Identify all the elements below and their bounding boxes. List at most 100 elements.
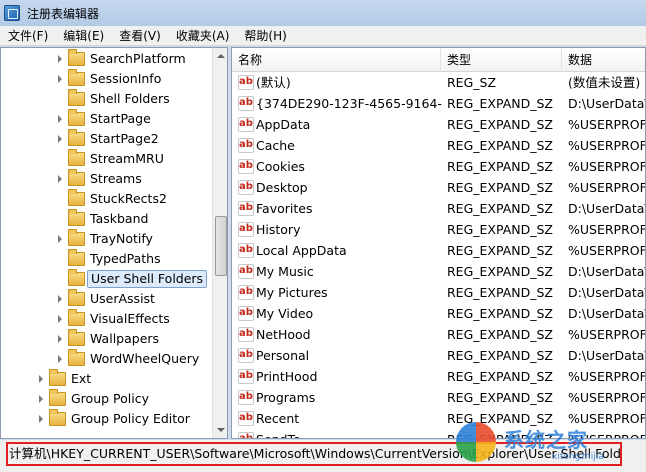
table-row[interactable]: abRecent REG_EXPAND_SZ %USERPROFIL xyxy=(232,408,645,429)
scroll-thumb[interactable] xyxy=(215,216,227,276)
table-row[interactable]: abCookies REG_EXPAND_SZ %USERPROFIL xyxy=(232,156,645,177)
tree-item-label: TrayNotify xyxy=(90,231,153,246)
table-row[interactable]: abLocal AppData REG_EXPAND_SZ %USERPROFIL xyxy=(232,240,645,261)
reg-string-icon: ab xyxy=(238,222,254,237)
table-row[interactable]: abHistory REG_EXPAND_SZ %USERPROFIL xyxy=(232,219,645,240)
tree-item[interactable]: User Shell Folders xyxy=(1,269,211,289)
tree-item-label: TypedPaths xyxy=(90,251,161,266)
tree-item-label: UserAssist xyxy=(90,291,155,306)
tree-item[interactable]: StuckRects2 xyxy=(1,189,211,209)
column-header-type[interactable]: 类型 xyxy=(441,48,562,72)
scroll-down-arrow-icon[interactable] xyxy=(213,422,227,438)
chevron-right-icon[interactable] xyxy=(55,114,65,124)
scroll-up-arrow-icon[interactable] xyxy=(213,48,227,64)
folder-icon xyxy=(68,209,85,226)
tree-item[interactable]: SessionInfo xyxy=(1,69,211,89)
tree-item[interactable]: StreamMRU xyxy=(1,149,211,169)
list-header: 名称 类型 数据 xyxy=(232,48,645,72)
tree-item[interactable]: SearchPlatform xyxy=(1,49,211,69)
value-name: My Video xyxy=(256,306,314,321)
table-row[interactable]: ab My Music REG_EXPAND_SZ D:\UserData\ xyxy=(232,261,645,282)
value-name: NetHood xyxy=(256,327,311,342)
value-name: Personal xyxy=(256,348,310,363)
registry-values-pane[interactable]: 名称 类型 数据 ab (默认) REG_SZ (数值未设置) ab {374DE290-… xyxy=(231,47,646,439)
value-type: REG_EXPAND_SZ xyxy=(447,222,553,237)
menu-help[interactable]: 帮助(H) xyxy=(244,27,286,44)
column-header-name[interactable]: 名称 xyxy=(232,48,441,72)
tree-vertical-scrollbar[interactable] xyxy=(212,48,227,438)
value-type: REG_EXPAND_SZ xyxy=(447,117,553,132)
menu-file[interactable]: 文件(F) xyxy=(8,27,48,44)
table-row[interactable]: ab My Pictures REG_EXPAND_SZ D:\UserData\ xyxy=(232,282,646,303)
chevron-right-icon[interactable] xyxy=(36,374,46,384)
tree-item[interactable]: Ext xyxy=(1,369,211,389)
table-row[interactable]: ab Favorites REG_EXPAND_SZ D:\UserData\ xyxy=(232,198,645,219)
value-type: REG_EXPAND_SZ xyxy=(447,180,553,195)
table-row[interactable]: ab {374DE290-123F-4565-9164-3... REG_EXPAN… xyxy=(232,93,646,114)
reg-string-icon: ab xyxy=(238,117,254,132)
tree-item-label: Ext xyxy=(71,371,92,386)
reg-string-icon: ab xyxy=(238,285,254,300)
tree-item[interactable]: UserAssist xyxy=(1,289,211,309)
value-name: Programs xyxy=(256,390,316,405)
tree-item[interactable]: TrayNotify xyxy=(1,229,211,249)
chevron-right-icon[interactable] xyxy=(55,354,65,364)
table-row[interactable]: abPrintHood REG_EXPAND_SZ %USERPROFIL xyxy=(232,366,645,387)
value-type: REG_EXPAND_SZ xyxy=(447,327,553,342)
chevron-right-icon[interactable] xyxy=(55,294,65,304)
menu-favorites[interactable]: 收藏夹(A) xyxy=(176,27,230,44)
value-data: %USERPROFIL xyxy=(568,222,645,237)
value-data: D:\UserData\ xyxy=(568,96,646,111)
value-data: D:\UserData\ xyxy=(568,285,646,300)
folder-icon xyxy=(68,169,85,186)
chevron-right-icon[interactable] xyxy=(55,234,65,244)
table-row[interactable]: abNetHood REG_EXPAND_SZ %USERPROFIL xyxy=(232,324,645,345)
table-row[interactable]: abAppData REG_EXPAND_SZ %USERPROFIL xyxy=(232,114,645,135)
tree-item[interactable]: TypedPaths xyxy=(1,249,211,269)
folder-icon xyxy=(68,129,85,146)
reg-string-icon: ab xyxy=(238,411,254,426)
tree-item[interactable]: VisualEffects xyxy=(1,309,211,329)
tree-item[interactable]: WordWheelQuery xyxy=(1,349,211,369)
reg-string-icon: ab xyxy=(238,75,254,90)
registry-tree-pane[interactable]: SearchPlatform SessionInfo Shell Folders St… xyxy=(0,47,228,439)
chevron-right-icon[interactable] xyxy=(55,74,65,84)
reg-string-icon: ab xyxy=(238,201,254,216)
chevron-right-icon[interactable] xyxy=(55,134,65,144)
table-row[interactable]: abDesktop REG_EXPAND_SZ %USERPROFIL xyxy=(232,177,645,198)
menu-view[interactable]: 查看(V) xyxy=(119,27,161,44)
tree-item[interactable]: Shell Folders xyxy=(1,89,211,109)
value-type: REG_EXPAND_SZ xyxy=(447,306,553,321)
tree-item[interactable]: Group Policy xyxy=(1,389,211,409)
table-row[interactable]: ab My Video REG_EXPAND_SZ D:\UserData\ xyxy=(232,303,646,324)
reg-string-icon: ab xyxy=(238,390,254,405)
chevron-right-icon[interactable] xyxy=(55,314,65,324)
tree-item[interactable]: Group Policy Editor xyxy=(1,409,211,429)
column-header-data[interactable]: 数据 xyxy=(562,48,645,72)
tree-item[interactable]: StartPage2 xyxy=(1,129,211,149)
chevron-right-icon[interactable] xyxy=(36,414,46,424)
table-row[interactable]: ab Personal REG_EXPAND_SZ D:\UserData\ xyxy=(232,345,645,366)
folder-icon xyxy=(68,69,85,86)
value-type: REG_EXPAND_SZ xyxy=(447,285,553,300)
value-data: D:\UserData\ xyxy=(568,306,646,321)
value-name: Cookies xyxy=(256,159,305,174)
reg-string-icon: ab xyxy=(238,96,254,111)
table-row[interactable]: abSendTo REG_EXPAND_SZ %USERPROFIL xyxy=(232,429,645,438)
chevron-right-icon[interactable] xyxy=(55,174,65,184)
menu-edit[interactable]: 编辑(E) xyxy=(63,27,104,44)
window-title: 注册表编辑器 xyxy=(27,6,100,21)
tree-item[interactable]: Taskband xyxy=(1,209,211,229)
folder-icon xyxy=(49,409,66,426)
chevron-right-icon[interactable] xyxy=(55,54,65,64)
chevron-right-icon[interactable] xyxy=(36,394,46,404)
table-row[interactable]: abPrograms REG_EXPAND_SZ %USERPROFIL xyxy=(232,387,645,408)
value-name: History xyxy=(256,222,301,237)
table-row[interactable]: abCache REG_EXPAND_SZ %USERPROFIL xyxy=(232,135,645,156)
tree-item[interactable]: Wallpapers xyxy=(1,329,211,349)
tree-item[interactable]: Streams xyxy=(1,169,211,189)
chevron-right-icon[interactable] xyxy=(55,334,65,344)
tree-item[interactable]: StartPage xyxy=(1,109,211,129)
table-row[interactable]: ab (默认) REG_SZ (数值未设置) xyxy=(232,72,645,93)
status-bar: 计算机\HKEY_CURRENT_USER\Software\Microsoft… xyxy=(0,440,646,472)
